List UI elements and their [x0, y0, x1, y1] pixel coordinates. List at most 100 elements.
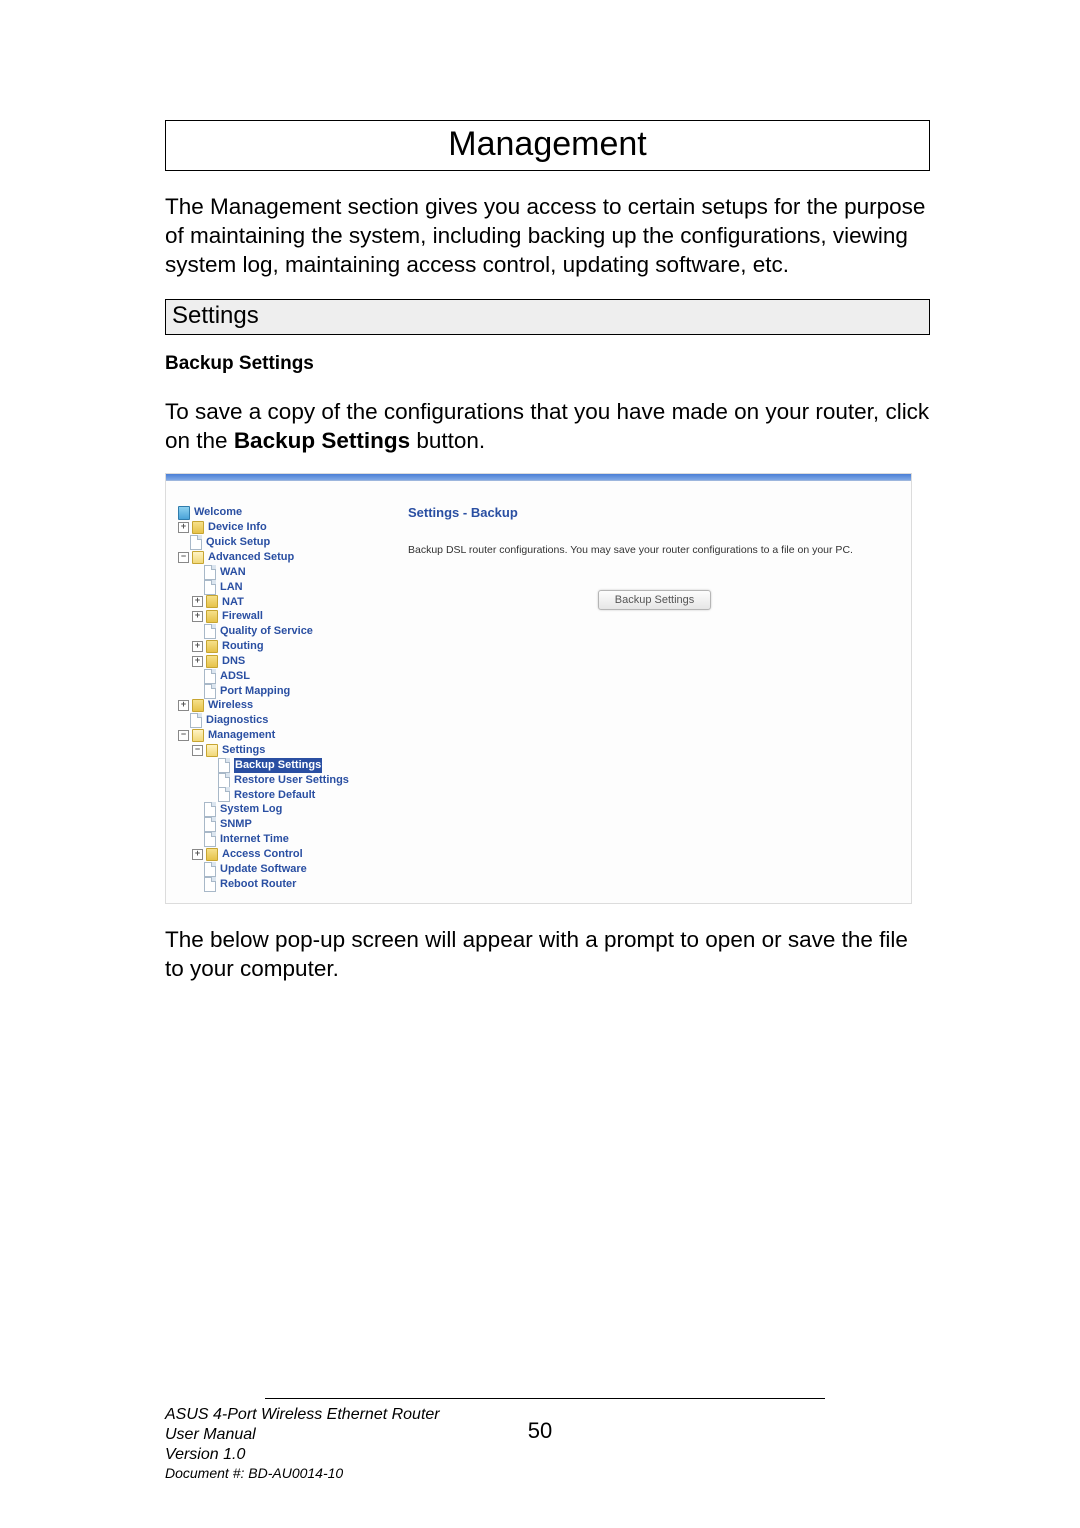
page-icon: [204, 819, 216, 831]
tree-label: Internet Time: [220, 832, 289, 847]
tree-label: Restore User Settings: [234, 773, 349, 788]
tree-reboot-router[interactable]: Reboot Router: [178, 877, 378, 892]
tree-label: DNS: [222, 654, 245, 669]
tree-label: Management: [208, 728, 275, 743]
tree-label: Firewall: [222, 609, 263, 624]
page-title: Management: [165, 120, 930, 171]
page-icon: [204, 581, 216, 593]
tree-adsl[interactable]: ADSL: [178, 669, 378, 684]
tree-internet-time[interactable]: Internet Time: [178, 832, 378, 847]
tree-access-control[interactable]: + Access Control: [178, 847, 378, 862]
page-icon: [204, 804, 216, 816]
tree-label: Diagnostics: [206, 713, 268, 728]
tree-lan[interactable]: LAN: [178, 580, 378, 595]
backup-settings-button[interactable]: Backup Settings: [598, 590, 712, 610]
tree-label: Quick Setup: [206, 535, 270, 550]
nav-tree: Welcome + Device Info Quick Setup − Adva…: [178, 505, 378, 891]
tree-dns[interactable]: + DNS: [178, 654, 378, 669]
tree-device-info[interactable]: + Device Info: [178, 520, 378, 535]
footer-manual: User Manual: [165, 1425, 925, 1445]
page-icon: [190, 537, 202, 549]
tree-firewall[interactable]: + Firewall: [178, 609, 378, 624]
screenshot-header-bar: [166, 474, 911, 481]
tree-quick-setup[interactable]: Quick Setup: [178, 535, 378, 550]
footer: ASUS 4-Port Wireless Ethernet Router Use…: [165, 1398, 925, 1483]
tree-nat[interactable]: + NAT: [178, 595, 378, 610]
footer-version: Version 1.0: [165, 1445, 925, 1465]
footer-product: ASUS 4-Port Wireless Ethernet Router: [165, 1405, 925, 1425]
instruction-bold: Backup Settings: [234, 428, 410, 453]
footer-document: Document #: BD-AU0014-10: [165, 1465, 925, 1483]
expand-icon[interactable]: +: [192, 849, 203, 860]
tree-backup-settings[interactable]: Backup Settings: [178, 758, 378, 773]
folder-open-icon: [192, 551, 204, 563]
tree-label: Quality of Service: [220, 624, 313, 639]
tree-label: System Log: [220, 802, 282, 817]
tree-welcome[interactable]: Welcome: [178, 505, 378, 520]
instruction-post: button.: [410, 428, 485, 453]
expand-icon[interactable]: +: [178, 700, 189, 711]
tree-label: NAT: [222, 595, 244, 610]
tree-label: Device Info: [208, 520, 267, 535]
panel-description: Backup DSL router configurations. You ma…: [408, 544, 901, 556]
tree-label: Reboot Router: [220, 877, 296, 892]
tree-wan[interactable]: WAN: [178, 565, 378, 580]
expand-icon[interactable]: +: [178, 522, 189, 533]
app-icon: [178, 507, 190, 519]
folder-open-icon: [206, 744, 218, 756]
tree-port-mapping[interactable]: Port Mapping: [178, 684, 378, 699]
tree-routing[interactable]: + Routing: [178, 639, 378, 654]
tree-advanced-setup[interactable]: − Advanced Setup: [178, 550, 378, 565]
collapse-icon[interactable]: −: [192, 745, 203, 756]
after-paragraph: The below pop-up screen will appear with…: [165, 926, 930, 984]
tree-restore-default[interactable]: Restore Default: [178, 788, 378, 803]
tree-settings[interactable]: − Settings: [178, 743, 378, 758]
tree-label: ADSL: [220, 669, 250, 684]
tree-snmp[interactable]: SNMP: [178, 817, 378, 832]
page-icon: [218, 789, 230, 801]
expand-icon[interactable]: +: [192, 611, 203, 622]
tree-label: SNMP: [220, 817, 252, 832]
content-pane: Settings - Backup Backup DSL router conf…: [378, 505, 901, 891]
tree-label: Routing: [222, 639, 264, 654]
tree-system-log[interactable]: System Log: [178, 802, 378, 817]
tree-wireless[interactable]: + Wireless: [178, 698, 378, 713]
tree-label: Update Software: [220, 862, 307, 877]
page-icon: [204, 566, 216, 578]
instruction-paragraph: To save a copy of the configurations tha…: [165, 398, 930, 456]
expand-icon[interactable]: +: [192, 641, 203, 652]
folder-closed-icon: [192, 700, 204, 712]
folder-closed-icon: [206, 655, 218, 667]
page-icon: [204, 685, 216, 697]
panel-title: Settings - Backup: [408, 505, 901, 520]
page-icon: [218, 759, 230, 771]
router-admin-screenshot: Welcome + Device Info Quick Setup − Adva…: [165, 473, 912, 904]
tree-label: Welcome: [194, 505, 242, 520]
tree-label: WAN: [220, 565, 246, 580]
page-icon: [204, 878, 216, 890]
page-icon: [218, 774, 230, 786]
footer-rule: [265, 1398, 825, 1399]
page-icon: [204, 833, 216, 845]
tree-diagnostics[interactable]: Diagnostics: [178, 713, 378, 728]
tree-label: Restore Default: [234, 788, 315, 803]
collapse-icon[interactable]: −: [178, 552, 189, 563]
tree-qos[interactable]: Quality of Service: [178, 624, 378, 639]
folder-closed-icon: [192, 522, 204, 534]
subhead-backup-settings: Backup Settings: [165, 353, 930, 375]
folder-closed-icon: [206, 611, 218, 623]
expand-icon[interactable]: +: [192, 656, 203, 667]
folder-closed-icon: [206, 641, 218, 653]
tree-label: Backup Settings: [234, 758, 322, 773]
folder-open-icon: [192, 730, 204, 742]
page-icon: [204, 626, 216, 638]
collapse-icon[interactable]: −: [178, 730, 189, 741]
tree-label: LAN: [220, 580, 243, 595]
tree-restore-user-settings[interactable]: Restore User Settings: [178, 773, 378, 788]
folder-closed-icon: [206, 596, 218, 608]
tree-management[interactable]: − Management: [178, 728, 378, 743]
expand-icon[interactable]: +: [192, 596, 203, 607]
tree-label: Settings: [222, 743, 265, 758]
intro-paragraph: The Management section gives you access …: [165, 193, 930, 279]
tree-update-software[interactable]: Update Software: [178, 862, 378, 877]
